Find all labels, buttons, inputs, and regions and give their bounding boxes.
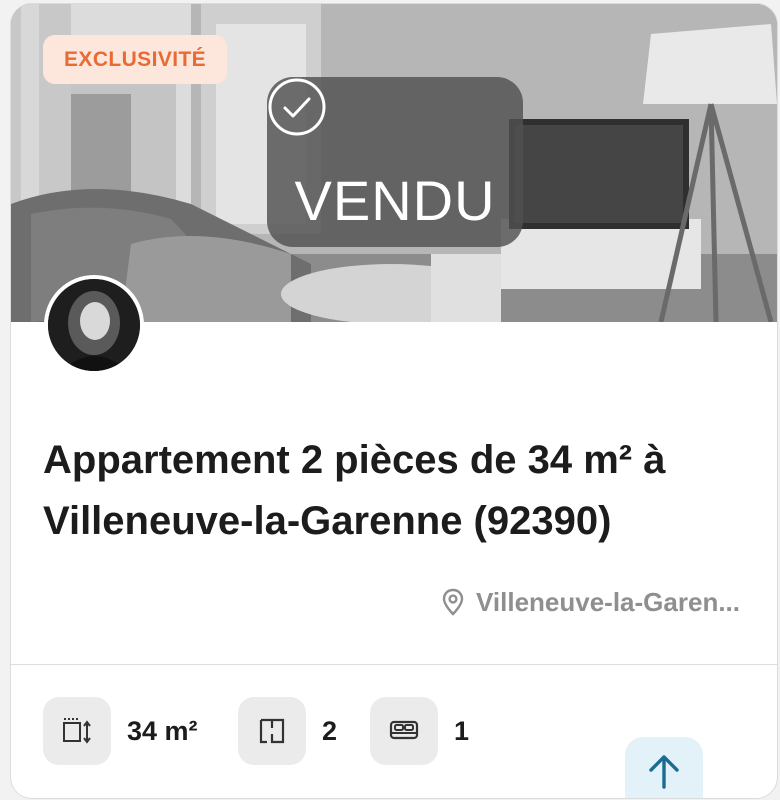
surface-value: 34 m² bbox=[127, 715, 198, 746]
surface-icon bbox=[43, 697, 111, 765]
feature-bedrooms: 1 bbox=[370, 697, 469, 765]
rooms-icon bbox=[238, 697, 306, 765]
listing-photo[interactable]: EXCLUSIVITÉ VENDU bbox=[11, 4, 777, 322]
location-pin-icon bbox=[442, 588, 464, 616]
listing-title[interactable]: Appartement 2 pièces de 34 m² à Villeneu… bbox=[43, 430, 753, 552]
scroll-to-top-button[interactable] bbox=[625, 737, 703, 798]
bed-icon bbox=[370, 697, 438, 765]
listing-card[interactable]: EXCLUSIVITÉ VENDU Appartement 2 pièces d… bbox=[10, 3, 778, 799]
arrow-up-icon bbox=[649, 755, 679, 789]
sold-label: VENDU bbox=[294, 169, 496, 232]
rooms-value: 2 bbox=[322, 715, 338, 746]
sold-overlay: VENDU bbox=[267, 77, 523, 247]
exclusivity-badge: EXCLUSIVITÉ bbox=[43, 35, 228, 84]
feature-surface: 34 m² bbox=[43, 697, 198, 765]
feature-rooms: 2 bbox=[238, 697, 337, 765]
agent-portrait bbox=[48, 279, 140, 371]
check-circle-icon bbox=[268, 78, 326, 136]
location-text: Villeneuve-la-Garen... bbox=[476, 586, 740, 617]
divider bbox=[11, 664, 777, 665]
bedrooms-value: 1 bbox=[454, 715, 470, 746]
listing-location: Villeneuve-la-Garen... bbox=[442, 584, 740, 620]
agent-avatar[interactable] bbox=[44, 275, 144, 375]
